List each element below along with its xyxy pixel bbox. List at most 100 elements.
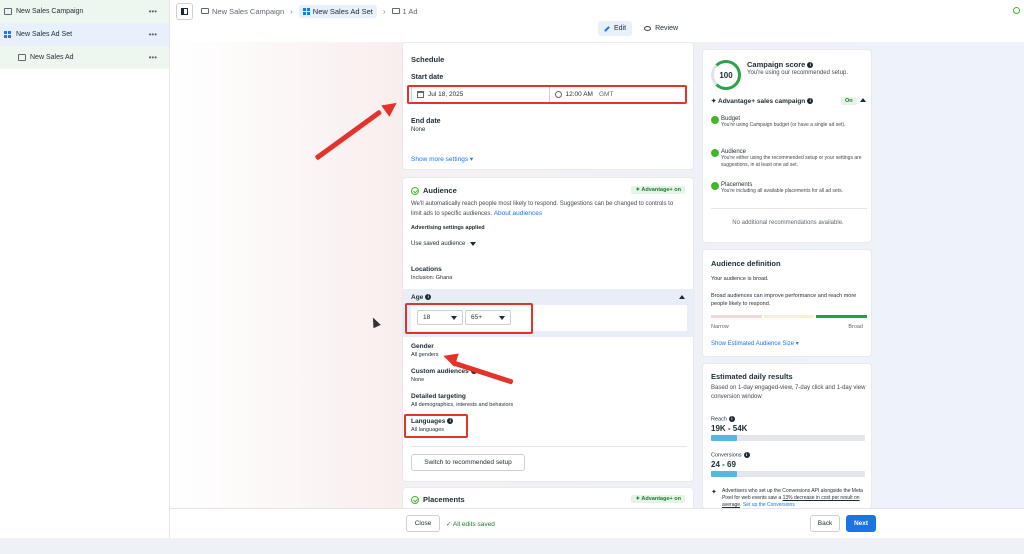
end-date-value: None xyxy=(411,127,426,133)
conversions-label: Conversions i xyxy=(711,452,750,458)
chevron-up-icon[interactable] xyxy=(860,98,866,102)
info-icon: i xyxy=(807,62,814,69)
estimated-results-card: Estimated daily results Based on 1-day e… xyxy=(702,363,872,509)
broad-label: Broad xyxy=(848,324,863,330)
more-options-icon[interactable]: ••• xyxy=(149,7,157,16)
eye-icon xyxy=(644,26,652,31)
tree-item-campaign[interactable]: New Sales Campaign ••• xyxy=(0,0,169,23)
next-button[interactable]: Next xyxy=(846,515,876,532)
locations-label: Locations xyxy=(411,266,442,273)
toggle-panel-button[interactable] xyxy=(176,2,193,20)
score-item-text: You're using Campaign budget (or have a … xyxy=(721,122,846,128)
breadcrumb-campaign[interactable]: New Sales Campaign xyxy=(201,7,284,16)
check-circle-icon xyxy=(711,149,719,157)
reach-label-text: Reach xyxy=(711,416,727,423)
estimated-description: Based on 1-day engaged-view, 7-day click… xyxy=(711,385,866,400)
breadcrumb-label: New Sales Ad Set xyxy=(312,6,373,16)
reach-value: 19K - 54K xyxy=(711,424,748,433)
conversions-bar-fill xyxy=(711,471,737,477)
divider xyxy=(411,446,687,447)
placements-header: Placements xyxy=(411,495,465,504)
campaign-score-card: 100 Campaign score i You're using our rec… xyxy=(702,49,872,243)
save-status: ✓ All edits saved xyxy=(446,521,495,528)
saved-audience-dropdown[interactable]: Use saved audience xyxy=(411,241,477,247)
main-left-gutter xyxy=(170,42,402,508)
footer-bar: Close ✓ All edits saved Back Next xyxy=(170,508,1024,538)
meter-segment-mid xyxy=(763,315,815,318)
custom-audiences-value: None xyxy=(411,377,425,383)
detailed-targeting-value: All demographics, interests and behavior… xyxy=(411,402,514,408)
breadcrumb-ad[interactable]: 1 Ad xyxy=(391,6,418,16)
schedule-card: Schedule Start date Jul 18, 2025 12:00 A… xyxy=(402,42,694,170)
audience-header: Audience xyxy=(411,186,457,195)
close-button[interactable]: Close xyxy=(406,515,440,532)
show-more-settings-link[interactable]: Show more settings ▾ xyxy=(411,155,473,163)
check-circle-icon xyxy=(411,186,419,195)
more-options-icon[interactable]: ••• xyxy=(149,30,157,39)
footer-strip xyxy=(0,538,1024,554)
tab-edit[interactable]: Edit xyxy=(598,21,633,36)
annotation-box-languages xyxy=(404,414,468,438)
ad-icon xyxy=(391,8,400,14)
meter-segment-narrow xyxy=(711,315,762,318)
custom-audiences-label-text: Custom audiences xyxy=(411,368,469,375)
no-recommendations-text: No additional recommendations available. xyxy=(732,220,844,226)
score-title: Campaign score i xyxy=(747,60,814,69)
score-item-placements: Placements You're including all availabl… xyxy=(711,182,867,195)
gender-label: Gender xyxy=(411,343,434,350)
breadcrumb-separator: › xyxy=(382,6,386,16)
advertising-settings-label: Advertising settings applied xyxy=(411,225,485,231)
locations-value: Inclusion: Ghana xyxy=(411,275,453,281)
audience-definition-title: Audience definition xyxy=(711,259,781,268)
divider xyxy=(711,208,867,209)
show-audience-size-link[interactable]: Show Estimated Audience Size ▾ xyxy=(711,340,799,347)
breadcrumb-label: 1 Ad xyxy=(402,6,418,16)
score-ring: 100 xyxy=(711,60,741,90)
advantage-badge: ✦ Advantage+ on xyxy=(631,186,685,194)
tab-label: Edit xyxy=(614,25,627,32)
tree-item-adset[interactable]: New Sales Ad Set ••• xyxy=(0,23,169,46)
audience-definition-line1: Your audience is broad. xyxy=(711,276,769,282)
annotation-box-start-date xyxy=(407,85,687,104)
sparkle-icon: ✦ xyxy=(711,489,717,496)
audience-description: We'll automatically reach people most li… xyxy=(411,200,681,219)
start-date-label: Start date xyxy=(411,74,444,81)
campaign-tree: New Sales Campaign ••• New Sales Ad Set … xyxy=(0,0,170,554)
mode-tabs: Edit Review xyxy=(598,21,684,36)
switch-recommended-button[interactable]: Switch to recommended setup xyxy=(411,454,525,471)
conversions-label-text: Conversions xyxy=(711,452,742,459)
advantage-badge: ✦ Advantage+ on xyxy=(631,495,685,503)
info-icon: i xyxy=(807,98,814,105)
tree-item-label: New Sales Campaign xyxy=(16,8,84,15)
adset-grid-icon xyxy=(4,31,12,38)
advantage-label-text: ✦ Advantage+ sales campaign xyxy=(711,98,806,105)
conversions-api-note: Advertisers who set up the Conversions A… xyxy=(722,488,868,508)
folder-icon xyxy=(201,8,209,14)
adset-grid-icon xyxy=(302,7,310,15)
check-circle-icon xyxy=(711,116,719,124)
check-circle-icon xyxy=(711,182,719,190)
back-button[interactable]: Back xyxy=(810,515,840,532)
breadcrumb-label: New Sales Campaign xyxy=(212,6,285,16)
top-bar: New Sales Campaign › New Sales Ad Set › … xyxy=(170,0,1024,22)
about-audiences-link[interactable]: About audiences xyxy=(494,210,542,217)
breadcrumb-separator: › xyxy=(290,6,293,16)
info-icon: i xyxy=(743,452,750,458)
score-title-text: Campaign score xyxy=(747,60,806,69)
more-options-icon[interactable]: ••• xyxy=(149,53,157,62)
estimated-title: Estimated daily results xyxy=(711,372,793,381)
score-item-budget: Budget You're using Campaign budget (or … xyxy=(711,116,867,129)
score-item-audience: Audience You're either using the recomme… xyxy=(711,149,867,169)
placements-title: Placements xyxy=(423,495,465,504)
tree-item-ad[interactable]: New Sales Ad ••• xyxy=(0,46,169,69)
audience-definition-card: Audience definition Your audience is bro… xyxy=(702,249,872,357)
chevron-up-icon[interactable] xyxy=(679,295,685,299)
audience-definition-line2: Broad audiences can improve performance … xyxy=(711,293,857,307)
tree-item-label: New Sales Ad Set xyxy=(16,31,73,38)
tab-review[interactable]: Review xyxy=(638,21,684,36)
breadcrumb-adset[interactable]: New Sales Ad Set xyxy=(298,4,377,18)
info-icon: i xyxy=(425,294,432,301)
audience-title: Audience xyxy=(423,186,457,195)
reach-bar-fill xyxy=(711,435,737,441)
annotation-box-age xyxy=(405,303,533,334)
